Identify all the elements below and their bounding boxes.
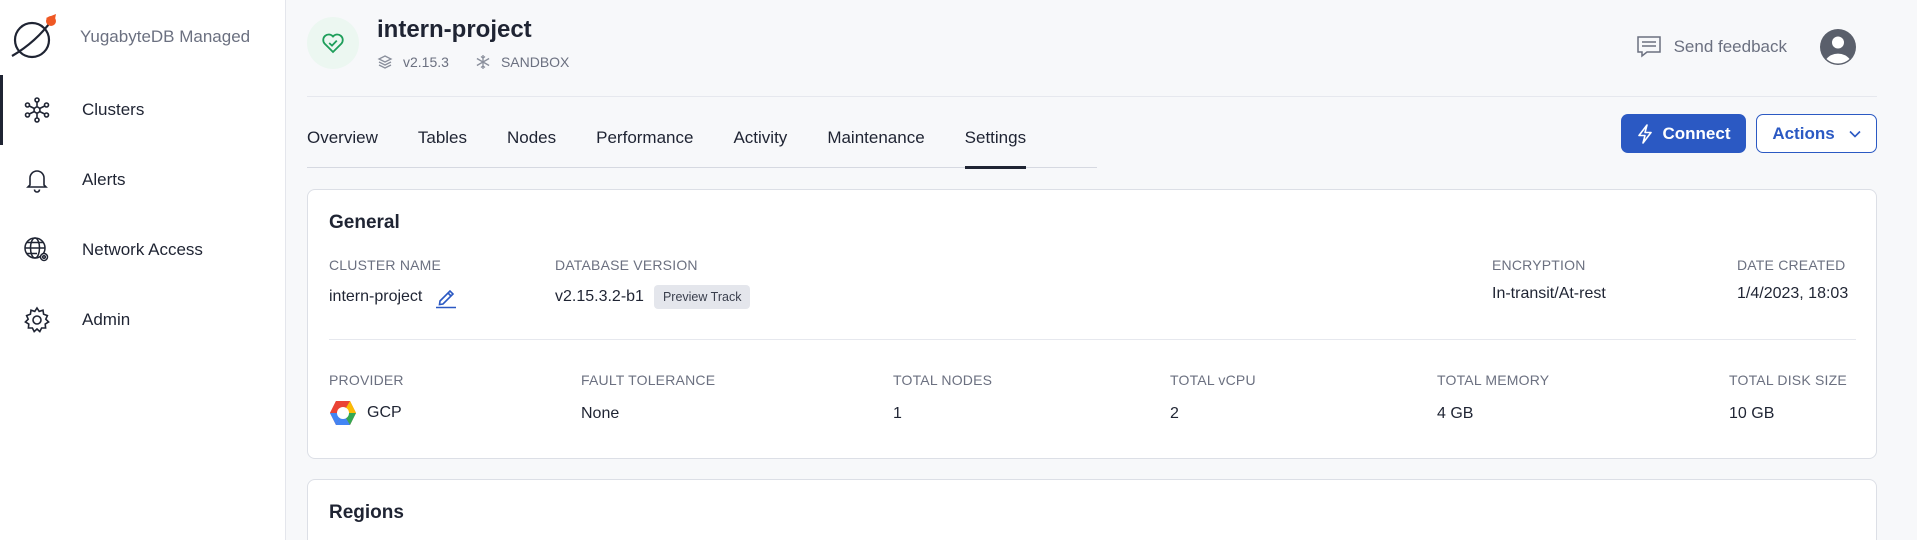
field-value-row: v2.15.3.2-b1 Preview Track	[555, 285, 751, 309]
field-label: FAULT TOLERANCE	[581, 372, 716, 388]
tab-overview[interactable]: Overview	[307, 108, 378, 168]
fault-tolerance-value: None	[581, 405, 620, 422]
field-value-row: GCP	[329, 400, 404, 426]
total-memory-value: 4 GB	[1437, 405, 1474, 422]
sidebar-item-label: Clusters	[82, 100, 145, 119]
date-created-value: 1/4/2023, 18:03	[1737, 285, 1849, 302]
cluster-name-value: intern-project	[329, 288, 423, 305]
header-actions: Send feedback	[1636, 28, 1857, 66]
encryption-value: In-transit/At-rest	[1492, 285, 1606, 302]
database-version-field: DATABASE VERSION v2.15.3.2-b1 Preview Tr…	[555, 257, 751, 309]
gcp-logo-icon	[330, 401, 356, 425]
total-disk-size-field: TOTAL DISK SIZE 10 GB	[1729, 372, 1847, 423]
total-memory-field: TOTAL MEMORY 4 GB	[1437, 372, 1549, 423]
field-label: CLUSTER NAME	[329, 257, 442, 273]
field-label: TOTAL vCPU	[1170, 372, 1256, 388]
date-created-field: DATE CREATED 1/4/2023, 18:03	[1737, 257, 1848, 303]
general-card: General CLUSTER NAME intern-project DATA…	[307, 189, 1877, 459]
regions-card: Regions	[307, 479, 1877, 540]
tab-settings[interactable]: Settings	[964, 108, 1027, 169]
field-label: DATE CREATED	[1737, 257, 1846, 273]
send-feedback-link[interactable]: Send feedback	[1636, 35, 1787, 59]
gear-icon	[22, 305, 52, 335]
cluster-meta: v2.15.3 SANDBOX	[377, 54, 595, 70]
field-label: ENCRYPTION	[1492, 257, 1586, 273]
version-text: v2.15.3	[403, 54, 449, 70]
field-label: PROVIDER	[329, 372, 404, 388]
regions-title: Regions	[329, 502, 404, 523]
globe-settings-icon	[22, 235, 52, 265]
snowflake-icon	[476, 55, 490, 69]
tab-performance[interactable]: Performance	[596, 108, 693, 168]
actions-dropdown-button[interactable]: Actions	[1756, 114, 1877, 153]
tab-maintenance[interactable]: Maintenance	[827, 108, 924, 168]
yugabyte-logo-icon	[11, 14, 56, 59]
brand[interactable]: YugabyteDB Managed	[8, 12, 250, 62]
cluster-tier: SANDBOX	[475, 54, 569, 70]
sidebar-item-label: Alerts	[82, 170, 126, 189]
connect-button[interactable]: Connect	[1621, 114, 1746, 153]
provider-field: PROVIDER GCP	[329, 372, 404, 426]
brand-name: YugabyteDB Managed	[80, 27, 251, 46]
sidebar-nav: Clusters Alerts Network Access Admin	[0, 75, 285, 355]
field-value-row: intern-project	[329, 285, 458, 309]
sidebar-item-admin[interactable]: Admin	[0, 285, 285, 355]
sidebar-item-label: Network Access	[82, 240, 203, 259]
main-content: intern-project v2.15.3 SANDBOX Send feed…	[287, 0, 1897, 540]
field-label: TOTAL NODES	[893, 372, 993, 388]
feedback-icon	[1636, 36, 1661, 58]
total-disk-size-value: 10 GB	[1729, 405, 1775, 422]
sidebar-item-alerts[interactable]: Alerts	[0, 145, 285, 215]
sidebar-item-network-access[interactable]: Network Access	[0, 215, 285, 285]
layers-icon	[377, 55, 393, 69]
total-nodes-value: 1	[893, 405, 902, 422]
cluster-name-field: CLUSTER NAME intern-project	[329, 257, 458, 309]
bell-icon	[22, 165, 52, 195]
clusters-icon	[22, 95, 52, 125]
feedback-label: Send feedback	[1673, 37, 1787, 56]
db-version-value: v2.15.3.2-b1	[555, 288, 644, 305]
general-divider	[329, 339, 1856, 340]
tier-text: SANDBOX	[500, 54, 570, 70]
field-label: TOTAL DISK SIZE	[1729, 372, 1847, 388]
total-vcpu-value: 2	[1170, 405, 1179, 422]
lightning-icon	[1637, 123, 1652, 144]
user-avatar-icon[interactable]	[1819, 28, 1857, 66]
heart-check-icon	[322, 33, 344, 54]
total-nodes-field: TOTAL NODES 1	[893, 372, 992, 423]
header-divider	[307, 96, 1877, 97]
encryption-field: ENCRYPTION In-transit/At-rest	[1492, 257, 1606, 303]
actions-label: Actions	[1772, 123, 1835, 143]
field-label: DATABASE VERSION	[555, 257, 698, 273]
cluster-tabs: Overview Tables Nodes Performance Activi…	[307, 108, 1097, 169]
cluster-health-badge	[307, 17, 359, 69]
general-title: General	[329, 212, 400, 233]
page-title: intern-project	[377, 16, 532, 43]
field-label: TOTAL MEMORY	[1437, 372, 1550, 388]
chevron-down-icon	[1849, 130, 1861, 138]
connect-label: Connect	[1662, 123, 1731, 143]
sidebar-item-label: Admin	[82, 310, 131, 329]
provider-value: GCP	[367, 404, 402, 421]
tab-tables[interactable]: Tables	[418, 108, 467, 168]
tab-nodes[interactable]: Nodes	[507, 108, 556, 168]
total-vcpu-field: TOTAL vCPU 2	[1170, 372, 1256, 423]
sidebar-item-clusters[interactable]: Clusters	[0, 75, 285, 145]
edit-pencil-icon[interactable]	[434, 285, 458, 309]
cluster-version: v2.15.3	[377, 54, 449, 70]
sidebar: YugabyteDB Managed Clusters Alerts Netwo…	[0, 0, 286, 540]
preview-track-badge: Preview Track	[653, 285, 751, 309]
fault-tolerance-field: FAULT TOLERANCE None	[581, 372, 715, 423]
tab-activity[interactable]: Activity	[733, 108, 787, 168]
